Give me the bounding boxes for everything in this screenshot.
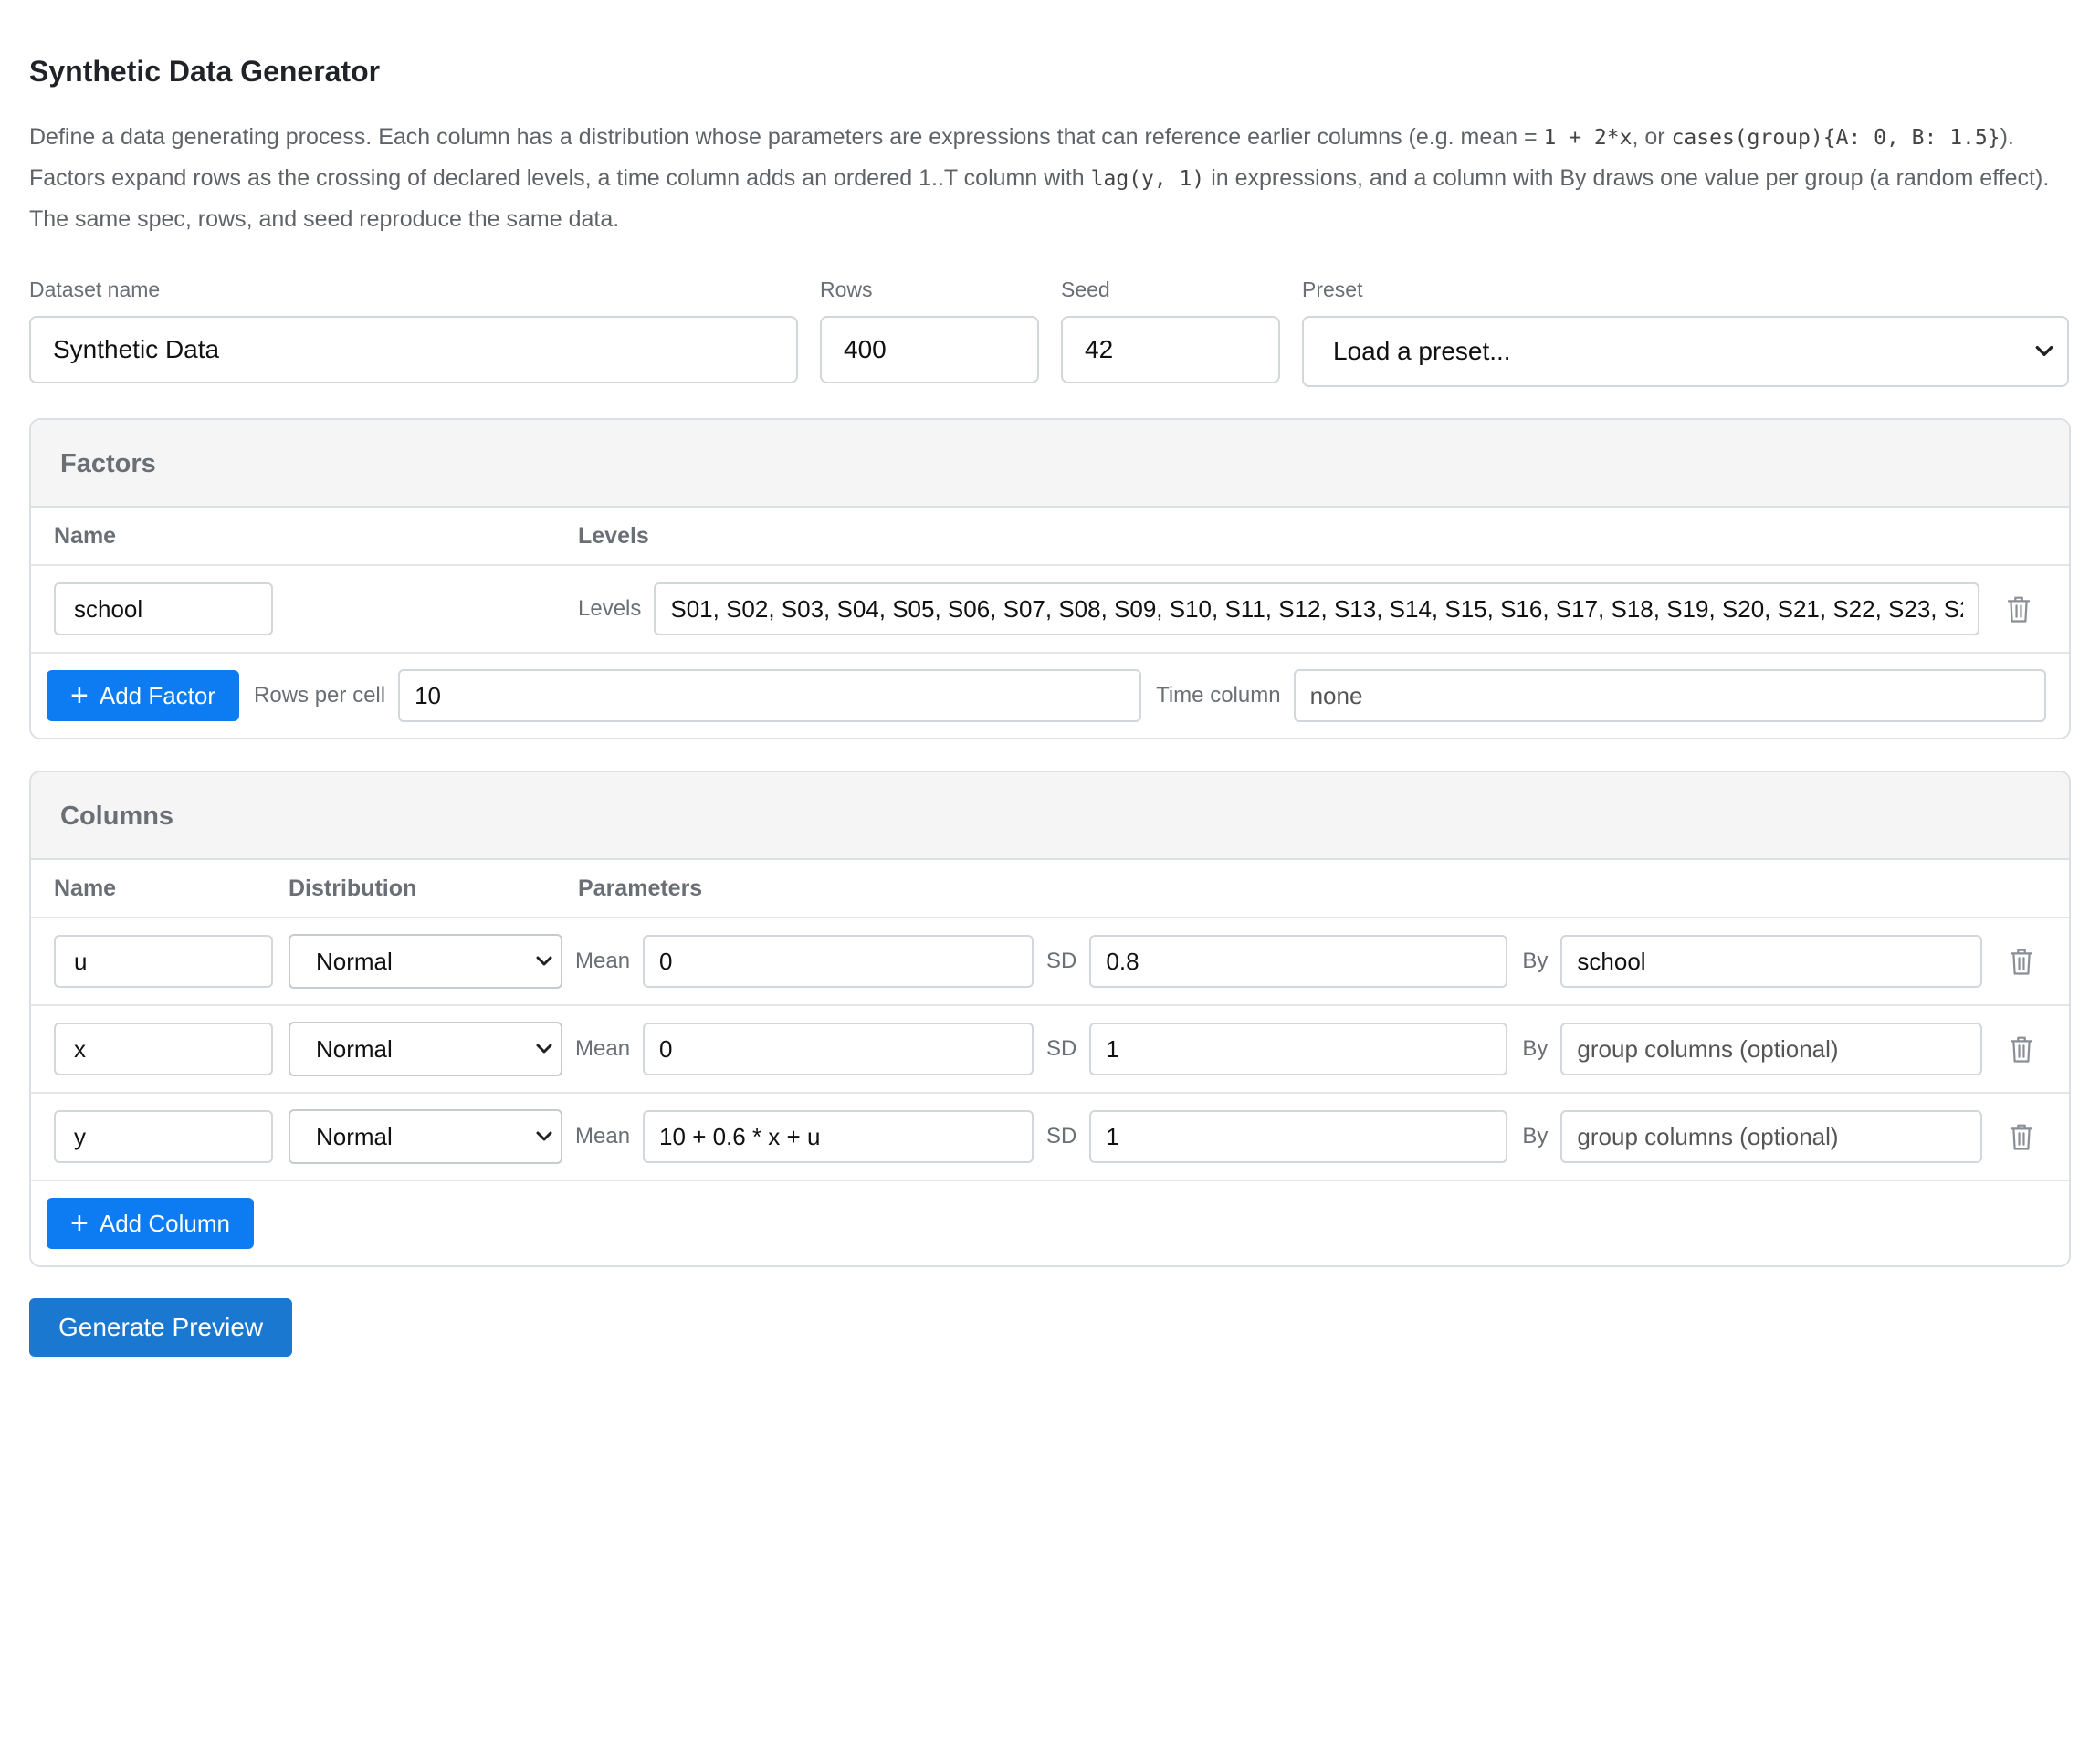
mean-label: Mean	[575, 1036, 631, 1061]
column-row: Normal Mean SD By	[31, 918, 2069, 1006]
sd-label: SD	[1046, 1036, 1077, 1061]
factors-col-levels: Levels	[578, 522, 649, 549]
factor-name-input[interactable]	[54, 582, 273, 635]
mean-label: Mean	[575, 949, 631, 973]
trash-icon[interactable]	[2008, 947, 2035, 976]
trash-icon[interactable]	[2008, 1122, 2035, 1151]
rows-label: Rows	[820, 278, 873, 301]
distribution-select[interactable]: Normal	[289, 1022, 562, 1076]
page: Synthetic Data Generator Define a data g…	[0, 0, 2100, 1357]
add-factor-label: Add Factor	[99, 681, 216, 709]
rows-per-cell-label: Rows per cell	[254, 683, 386, 708]
columns-col-name: Name	[54, 875, 117, 901]
distribution-value: Normal	[316, 1122, 393, 1150]
factor-levels-label: Levels	[578, 596, 642, 621]
desc-text: Define a data generating process. Each c…	[29, 124, 1544, 150]
preset-label: Preset	[1302, 278, 1363, 301]
desc-code: 1 + 2*x	[1543, 126, 1633, 150]
preset-select-value: Load a preset...	[1302, 316, 2069, 387]
desc-text: , or	[1632, 124, 1672, 150]
mean-input[interactable]	[643, 935, 1034, 988]
add-column-label: Add Column	[99, 1209, 230, 1237]
distribution-value: Normal	[316, 1034, 393, 1063]
factor-row: Levels	[31, 566, 2069, 654]
by-input[interactable]	[1560, 1023, 1983, 1075]
page-title: Synthetic Data Generator	[29, 55, 381, 88]
chevron-down-icon	[536, 956, 552, 966]
desc-code: lag(y, 1)	[1090, 167, 1205, 191]
chevron-down-icon	[536, 1131, 552, 1141]
seed-field: Seed	[1061, 276, 1280, 387]
distribution-select[interactable]: Normal	[289, 934, 562, 989]
columns-panel-title: Columns	[31, 772, 2069, 860]
distribution-select[interactable]: Normal	[289, 1109, 562, 1164]
sd-label: SD	[1046, 1124, 1077, 1148]
rows-input[interactable]	[820, 316, 1039, 383]
mean-label: Mean	[575, 1124, 631, 1148]
page-description: Define a data generating process. Each c…	[29, 117, 2071, 239]
factors-footer: + Add Factor Rows per cell Time column	[31, 654, 2069, 738]
by-label: By	[1522, 1124, 1549, 1148]
sd-label: SD	[1046, 949, 1077, 973]
rows-per-cell-input[interactable]	[398, 669, 1142, 722]
chevron-down-icon	[536, 1044, 552, 1054]
preset-field: Preset Load a preset...	[1302, 276, 2069, 387]
column-name-input[interactable]	[54, 1110, 273, 1163]
factor-levels-input[interactable]	[654, 582, 1980, 635]
plus-icon: +	[70, 1206, 89, 1241]
sd-input[interactable]	[1089, 935, 1508, 988]
columns-col-distribution: Distribution	[289, 875, 417, 901]
by-input[interactable]	[1560, 1110, 1983, 1163]
mean-input[interactable]	[643, 1023, 1034, 1075]
dataset-name-input[interactable]	[29, 316, 798, 383]
time-column-input[interactable]	[1293, 669, 2046, 722]
columns-footer: + Add Column	[31, 1181, 2069, 1265]
mean-input[interactable]	[643, 1110, 1034, 1163]
seed-label: Seed	[1061, 278, 1110, 301]
columns-col-parameters: Parameters	[578, 875, 703, 901]
plus-icon: +	[70, 678, 89, 713]
settings-row: Dataset name Rows Seed Preset Load a pre…	[29, 276, 2071, 387]
seed-input[interactable]	[1061, 316, 1280, 383]
columns-table-header: Name Distribution Parameters	[31, 860, 2069, 918]
by-input[interactable]	[1560, 935, 1983, 988]
sd-input[interactable]	[1089, 1023, 1508, 1075]
factors-panel: Factors Name Levels Levels + Add Factor R…	[29, 418, 2071, 739]
factors-panel-title: Factors	[31, 420, 2069, 508]
trash-icon[interactable]	[2005, 594, 2032, 624]
add-factor-button[interactable]: + Add Factor	[47, 670, 240, 721]
dataset-name-field: Dataset name	[29, 276, 798, 387]
column-row: Normal Mean SD By	[31, 1006, 2069, 1094]
factors-table-header: Name Levels	[31, 508, 2069, 566]
distribution-value: Normal	[316, 947, 393, 975]
columns-panel: Columns Name Distribution Parameters Nor…	[29, 771, 2071, 1267]
rows-field: Rows	[820, 276, 1039, 387]
column-row: Normal Mean SD By	[31, 1094, 2069, 1181]
preset-select[interactable]: Load a preset...	[1302, 316, 2069, 387]
column-name-input[interactable]	[54, 935, 273, 988]
column-name-input[interactable]	[54, 1023, 273, 1075]
dataset-name-label: Dataset name	[29, 278, 161, 301]
generate-preview-button[interactable]: Generate Preview	[29, 1298, 293, 1357]
factors-col-name: Name	[54, 522, 117, 549]
chevron-down-icon	[2035, 345, 2053, 356]
time-column-label: Time column	[1156, 683, 1281, 708]
trash-icon[interactable]	[2008, 1034, 2035, 1064]
sd-input[interactable]	[1089, 1110, 1508, 1163]
by-label: By	[1522, 949, 1549, 973]
add-column-button[interactable]: + Add Column	[47, 1198, 254, 1249]
by-label: By	[1522, 1036, 1549, 1061]
desc-code: cases(group){A: 0, B: 1.5}	[1671, 126, 2000, 150]
